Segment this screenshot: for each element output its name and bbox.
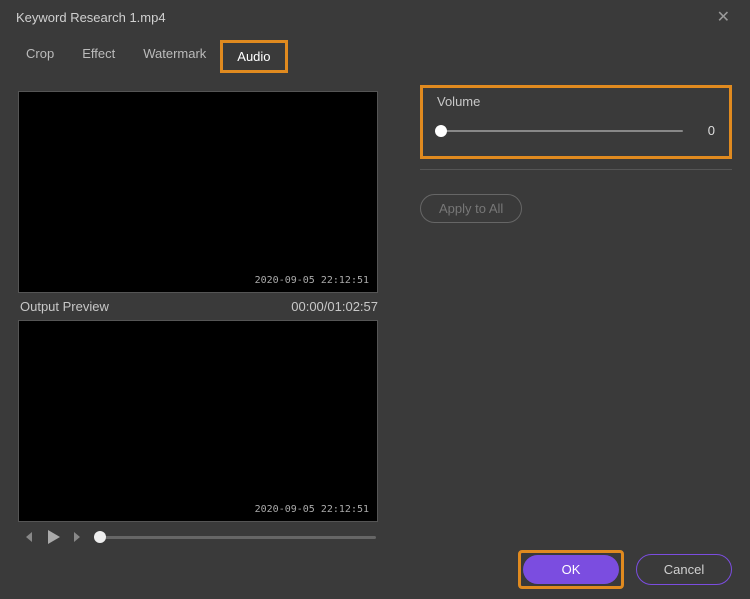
ok-highlight: OK <box>518 550 624 589</box>
prev-frame-icon[interactable] <box>22 531 34 543</box>
source-preview: 2020-09-05 22:12:51 <box>18 91 378 293</box>
audio-panel: Volume 0 Apply to All <box>420 91 732 552</box>
next-frame-icon[interactable] <box>72 531 84 543</box>
output-time: 00:00/01:02:57 <box>291 299 378 314</box>
titlebar: Keyword Research 1.mp4 ✕ <box>0 0 750 34</box>
tab-effect[interactable]: Effect <box>68 40 129 73</box>
apply-to-all-button[interactable]: Apply to All <box>420 194 522 223</box>
main-content: 2020-09-05 22:12:51 Output Preview 00:00… <box>0 83 750 552</box>
preview-column: 2020-09-05 22:12:51 Output Preview 00:00… <box>18 91 380 552</box>
cancel-button[interactable]: Cancel <box>636 554 732 585</box>
playback-thumb[interactable] <box>94 531 106 543</box>
ok-button[interactable]: OK <box>523 555 619 584</box>
tab-watermark[interactable]: Watermark <box>129 40 220 73</box>
tabs: Crop Effect Watermark Audio <box>0 34 750 83</box>
volume-label: Volume <box>437 94 715 109</box>
footer-buttons: OK Cancel <box>518 550 732 589</box>
volume-section: Volume 0 <box>420 85 732 159</box>
volume-value: 0 <box>697 123 715 138</box>
tab-audio[interactable]: Audio <box>220 40 287 73</box>
tab-crop[interactable]: Crop <box>12 40 68 73</box>
close-icon[interactable]: ✕ <box>713 7 734 27</box>
output-preview: 2020-09-05 22:12:51 <box>18 320 378 522</box>
output-preview-label: Output Preview <box>20 299 109 314</box>
player-controls <box>18 522 380 552</box>
volume-row: 0 <box>437 123 715 138</box>
output-label-row: Output Preview 00:00/01:02:57 <box>18 293 380 320</box>
divider <box>420 169 732 170</box>
volume-slider[interactable] <box>437 130 683 132</box>
output-timestamp: 2020-09-05 22:12:51 <box>255 504 369 515</box>
volume-thumb[interactable] <box>435 125 447 137</box>
playback-slider[interactable] <box>94 536 376 539</box>
window-title: Keyword Research 1.mp4 <box>16 10 166 25</box>
play-icon[interactable] <box>44 528 62 546</box>
source-timestamp: 2020-09-05 22:12:51 <box>255 275 369 286</box>
